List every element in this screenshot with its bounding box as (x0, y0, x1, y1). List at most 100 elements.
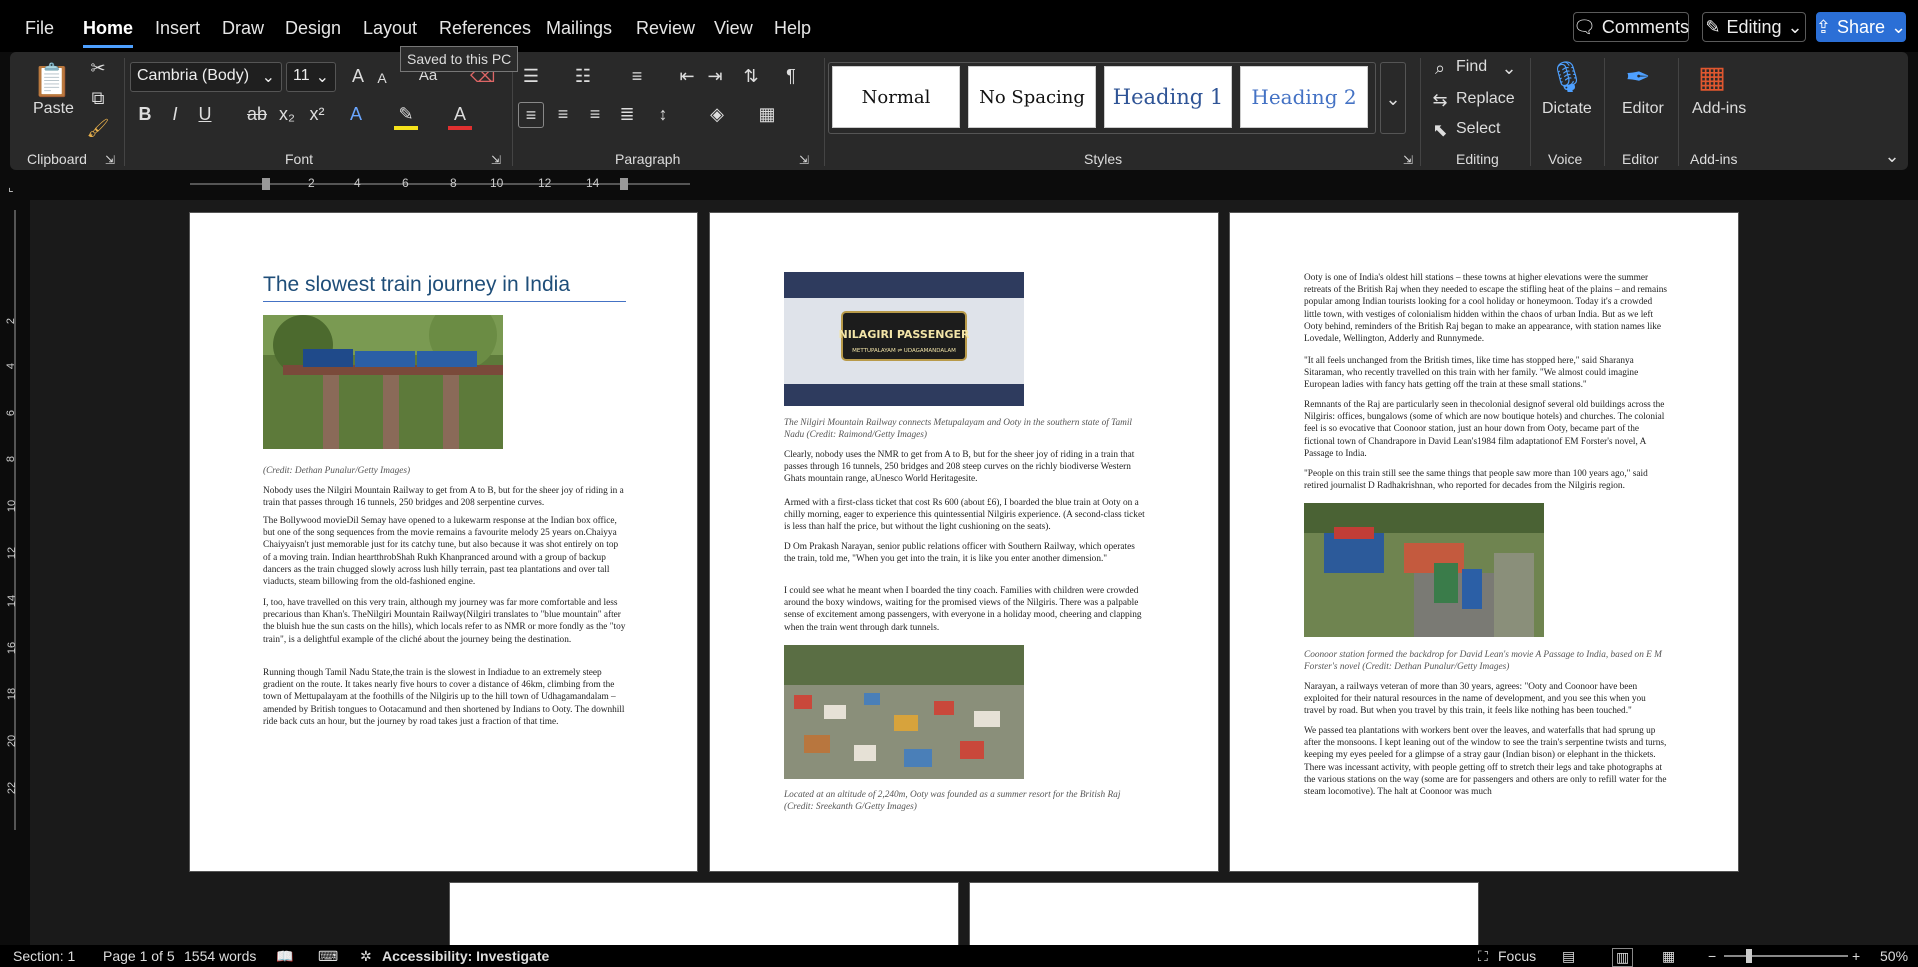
collapse-ribbon-icon[interactable]: ⌄ (1882, 144, 1902, 168)
strikethrough-icon[interactable]: ab (246, 102, 268, 126)
document-title[interactable]: The slowest train journey in India (263, 273, 570, 297)
photo-caption[interactable]: Located at an altitude of 2,240m, Ooty w… (784, 789, 1147, 813)
editor-icon[interactable]: ✒ (1620, 56, 1656, 100)
add-ins-icon[interactable]: ▦ (1694, 56, 1730, 100)
paragraph[interactable]: I, too, have travelled on this very trai… (263, 597, 626, 646)
paragraph[interactable]: We passed tea plantations with workers b… (1304, 725, 1667, 798)
menu-insert[interactable]: Insert (155, 18, 200, 39)
paragraph[interactable]: "People on this train still see the same… (1304, 468, 1667, 492)
menu-mailings[interactable]: Mailings (546, 18, 612, 39)
web-layout-icon[interactable]: ▦ (1662, 948, 1675, 965)
accessibility-status[interactable]: Accessibility: Investigate (382, 948, 549, 964)
styles-more-icon[interactable]: ⌄ (1380, 62, 1406, 134)
status-page[interactable]: Page 1 of 5 (103, 948, 175, 964)
find-button[interactable]: Find (1456, 58, 1487, 76)
editor-button[interactable]: Editor (1622, 100, 1664, 118)
dialog-launcher-icon[interactable]: ⇲ (1400, 148, 1416, 172)
proofing-icon[interactable]: 📖 (276, 948, 293, 965)
focus-button[interactable]: Focus (1498, 948, 1536, 964)
borders-icon[interactable]: ▦ (754, 102, 780, 126)
share-button[interactable]: ⇪ Share ⌄ (1816, 12, 1906, 42)
shading-icon[interactable]: ◈ (704, 102, 730, 126)
page-1[interactable]: The slowest train journey in India (Cred… (189, 212, 698, 872)
zoom-slider[interactable] (1724, 955, 1848, 957)
format-painter-icon[interactable]: 🖌 (86, 116, 110, 140)
italic-icon[interactable]: I (164, 102, 186, 126)
status-section[interactable]: Section: 1 (13, 948, 75, 964)
status-word-count[interactable]: 1554 words (184, 948, 256, 964)
grow-font-icon[interactable]: A (346, 64, 370, 88)
bold-icon[interactable]: B (134, 102, 156, 126)
style-heading-2[interactable]: Heading 2 (1240, 66, 1368, 128)
superscript-icon[interactable]: x² (306, 102, 328, 126)
page-4[interactable] (449, 882, 959, 945)
replace-button[interactable]: Replace (1456, 90, 1515, 108)
indent-marker[interactable] (262, 178, 270, 190)
menu-help[interactable]: Help (774, 18, 811, 39)
page-2[interactable]: NILAGIRI PASSENGER METTUPALAYAM ⇌ UDAGAM… (709, 212, 1219, 872)
right-indent-marker[interactable] (620, 178, 628, 190)
predictions-icon[interactable]: ⌨ (318, 948, 338, 965)
paragraph[interactable]: Remnants of the Raj are particularly see… (1304, 399, 1667, 460)
coonoor-station-photo[interactable] (1304, 503, 1544, 637)
ooty-town-photo[interactable] (784, 645, 1024, 779)
shrink-font-icon[interactable]: A (372, 66, 392, 90)
menu-layout[interactable]: Layout (363, 18, 417, 39)
paragraph[interactable]: Clearly, nobody uses the NMR to get from… (784, 449, 1147, 486)
paragraph[interactable]: Narayan, a railways veteran of more than… (1304, 681, 1667, 718)
style-normal[interactable]: Normal (832, 66, 960, 128)
comments-button[interactable]: 🗨 Comments (1573, 12, 1689, 42)
cut-icon[interactable]: ✂ (86, 56, 110, 80)
menu-review[interactable]: Review (636, 18, 695, 39)
show-formatting-marks-icon[interactable]: ¶ (778, 64, 804, 88)
zoom-level[interactable]: 50% (1880, 948, 1908, 964)
style-heading-1[interactable]: Heading 1 (1104, 66, 1232, 128)
photo-caption[interactable]: Coonoor station formed the backdrop for … (1304, 649, 1667, 673)
underline-icon[interactable]: U (194, 102, 216, 126)
sort-icon[interactable]: ⇅ (738, 64, 764, 88)
paragraph[interactable]: I could see what he meant when I boarded… (784, 585, 1147, 634)
justify-icon[interactable]: ≣ (614, 102, 640, 126)
paragraph[interactable]: Running though Tamil Nadu State,the trai… (263, 667, 626, 728)
microphone-icon[interactable]: 🎙 (1548, 56, 1586, 100)
paragraph[interactable]: Nobody uses the Nilgiri Mountain Railway… (263, 485, 626, 509)
editing-mode-button[interactable]: ✎ Editing ⌄ (1702, 12, 1806, 42)
select-button[interactable]: Select (1456, 120, 1500, 138)
find-icon[interactable]: ⌕ (1428, 56, 1452, 80)
dialog-launcher-icon[interactable]: ⇲ (796, 148, 812, 172)
focus-icon[interactable]: ⛶ (1478, 948, 1488, 965)
font-size-dropdown[interactable]: 11 ⌄ (286, 62, 336, 92)
select-icon[interactable]: ⬉ (1428, 118, 1452, 142)
zoom-out-icon[interactable]: − (1708, 948, 1716, 964)
bullets-icon[interactable]: ☰ (518, 64, 544, 88)
numbering-icon[interactable]: ☷ (570, 64, 596, 88)
paragraph[interactable]: The Bollywood movieDil Semay have opened… (263, 515, 626, 588)
decrease-indent-icon[interactable]: ⇤ (674, 64, 700, 88)
photo-caption[interactable]: (Credit: Dethan Punalur/Getty Images) (263, 465, 626, 477)
accessibility-icon[interactable]: ✲ (360, 948, 372, 965)
photo-caption[interactable]: The Nilgiri Mountain Railway connects Me… (784, 417, 1147, 441)
chevron-down-icon[interactable]: ⌄ (1500, 56, 1518, 80)
dictate-button[interactable]: Dictate (1542, 100, 1592, 118)
font-name-dropdown[interactable]: Cambria (Body) ⌄ (130, 62, 282, 92)
menu-home[interactable]: Home (83, 18, 133, 39)
replace-icon[interactable]: ⇆ (1428, 88, 1452, 112)
align-right-icon[interactable]: ≡ (582, 102, 608, 126)
paragraph[interactable]: Ooty is one of India's oldest hill stati… (1304, 272, 1667, 345)
paste-button[interactable]: Paste (33, 100, 74, 118)
document-canvas[interactable]: The slowest train journey in India (Cred… (30, 200, 1918, 945)
page-5[interactable] (969, 882, 1479, 945)
highlight-icon[interactable]: ✎ (394, 102, 418, 130)
paste-icon[interactable]: 📋 (32, 58, 72, 102)
page-3[interactable]: Ooty is one of India's oldest hill stati… (1229, 212, 1739, 872)
multilevel-list-icon[interactable]: ≡ (624, 64, 650, 88)
menu-references[interactable]: References (439, 18, 531, 39)
read-mode-icon[interactable]: ▤ (1562, 948, 1575, 965)
dialog-launcher-icon[interactable]: ⇲ (488, 148, 504, 172)
style-no-spacing[interactable]: No Spacing (968, 66, 1096, 128)
subscript-icon[interactable]: x₂ (276, 102, 298, 126)
align-left-icon[interactable]: ≡ (518, 102, 544, 128)
copy-icon[interactable]: ⧉ (86, 86, 110, 110)
paragraph[interactable]: "It all feels unchanged from the British… (1304, 355, 1667, 392)
align-center-icon[interactable]: ≡ (550, 102, 576, 126)
